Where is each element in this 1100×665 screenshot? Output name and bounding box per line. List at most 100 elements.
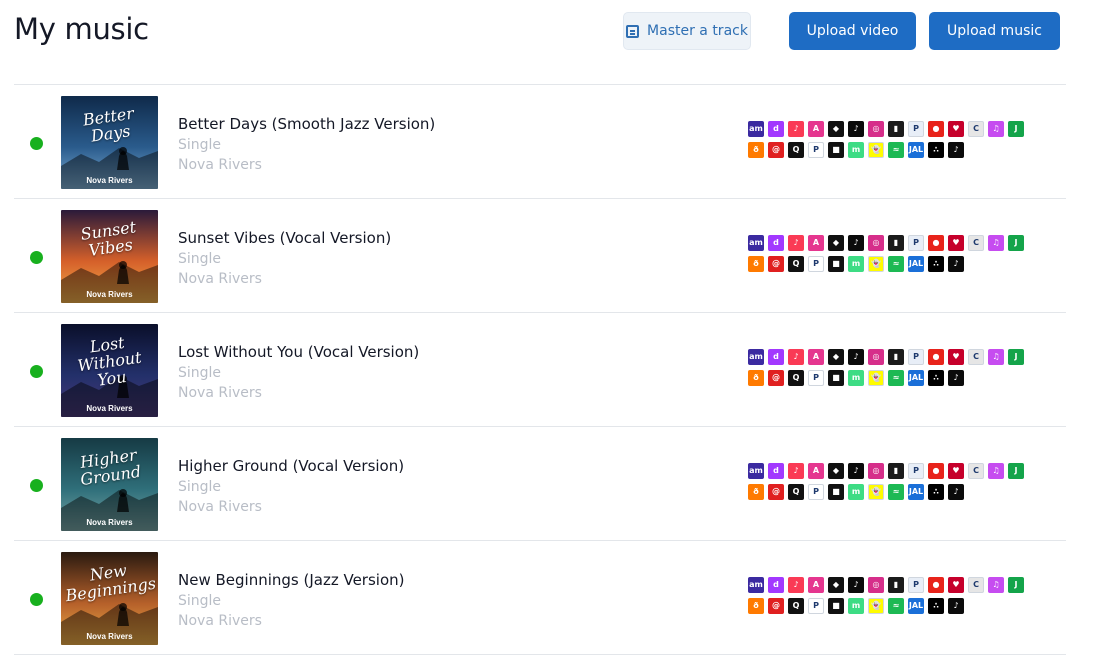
track-title[interactable]: New Beginnings (Jazz Version) (178, 571, 404, 589)
tidal-dots-icon: ∴ (928, 256, 944, 272)
anghami-icon: A (808, 235, 824, 251)
anghami-icon: A (808, 463, 824, 479)
tidal-dots-icon: ∴ (928, 598, 944, 614)
tidal-icon: ◆ (828, 463, 844, 479)
netease-icon: @ (768, 256, 784, 272)
track-row[interactable]: New Beginnings Nova Rivers New Beginnings … (14, 541, 1066, 655)
pandora-p-icon: P (808, 256, 824, 272)
cover-art[interactable]: New Beginnings Nova Rivers (61, 552, 158, 645)
status-dot (30, 593, 43, 606)
napster-icon: ● (928, 349, 944, 365)
distribution-platforms: am d ♪ A ◆ ♪ ◎ ▮ P ● ♥ C ♫ Jð @ Q P ■ m 👻 ≈ JAL ∴ ♪ (748, 235, 1048, 277)
pandora-p-icon: P (808, 598, 824, 614)
roblox-icon: ■ (828, 484, 844, 500)
pandora-icon: P (908, 235, 924, 251)
tiktok-music-icon: ♪ (948, 256, 964, 272)
track-row[interactable]: Higher Ground Nova Rivers Higher Ground (V… (14, 427, 1066, 541)
deezer-icon: d (768, 121, 784, 137)
spotify-icon: ≈ (888, 370, 904, 386)
status-dot (30, 251, 43, 264)
napster-icon: ● (928, 121, 944, 137)
boomplay-icon: ▮ (888, 121, 904, 137)
audiomack-icon: ð (748, 142, 764, 158)
cover-art[interactable]: Sunset Vibes Nova Rivers (61, 210, 158, 303)
track-row[interactable]: Lost Without You Nova Rivers Lost Without … (14, 313, 1066, 427)
pandora-p-icon: P (808, 142, 824, 158)
tidal-icon: ◆ (828, 577, 844, 593)
spotify-icon: ≈ (888, 142, 904, 158)
instagram-icon: ◎ (868, 349, 884, 365)
tiktok-icon: ♪ (848, 463, 864, 479)
pandora-p-icon: P (808, 370, 824, 386)
spotify-icon: ≈ (888, 256, 904, 272)
audiomack-icon: ð (748, 370, 764, 386)
upload-music-label: Upload music (947, 23, 1042, 39)
instagram-icon: ◎ (868, 235, 884, 251)
tiktok-icon: ♪ (848, 349, 864, 365)
tidal-dots-icon: ∴ (928, 142, 944, 158)
status-dot (30, 137, 43, 150)
upload-video-button[interactable]: Upload video (789, 12, 916, 50)
track-type: Single (178, 479, 222, 495)
master-track-button[interactable]: Master a track (623, 12, 751, 50)
spotify-icon: ≈ (888, 484, 904, 500)
iheartradio-icon: ♥ (948, 349, 964, 365)
cover-art[interactable]: Better Days Nova Rivers (61, 96, 158, 189)
tidal-icon: ◆ (828, 349, 844, 365)
platform-icon-row: am d ♪ A ◆ ♪ ◎ ▮ P ● ♥ C ♫ J (748, 235, 1048, 252)
iheartradio-icon: ♥ (948, 463, 964, 479)
qobuz-icon: Q (788, 142, 804, 158)
itunes-icon: ♫ (988, 463, 1004, 479)
deezer-icon: d (768, 463, 784, 479)
anghami-icon: A (808, 121, 824, 137)
deezer-icon: d (768, 235, 784, 251)
track-row[interactable]: Better Days Nova Rivers Better Days (Smoot… (14, 85, 1066, 199)
platform-icon-row: am d ♪ A ◆ ♪ ◎ ▮ P ● ♥ C ♫ J (748, 463, 1048, 480)
upload-music-button[interactable]: Upload music (929, 12, 1060, 50)
cover-artist-text: Nova Rivers (86, 176, 133, 185)
joox-icon: J (1008, 349, 1024, 365)
upload-video-label: Upload video (806, 23, 899, 39)
status-dot (30, 365, 43, 378)
roblox-icon: ■ (828, 142, 844, 158)
track-row[interactable]: Sunset Vibes Nova Rivers Sunset Vibes (Voc… (14, 199, 1066, 313)
qobuz-icon: Q (788, 256, 804, 272)
roblox-icon: ■ (828, 256, 844, 272)
cover-art[interactable]: Higher Ground Nova Rivers (61, 438, 158, 531)
joox-icon: J (1008, 577, 1024, 593)
cover-art[interactable]: Lost Without You Nova Rivers (61, 324, 158, 417)
netease-icon: @ (768, 598, 784, 614)
track-title[interactable]: Better Days (Smooth Jazz Version) (178, 115, 435, 133)
joox-icon: J (1008, 463, 1024, 479)
track-type: Single (178, 251, 222, 267)
boomplay-icon: ▮ (888, 463, 904, 479)
napster-icon: ● (928, 235, 944, 251)
track-title[interactable]: Higher Ground (Vocal Version) (178, 457, 404, 475)
pandora-icon: P (908, 577, 924, 593)
kkbox-icon: JAL (908, 370, 924, 386)
instagram-icon: ◎ (868, 121, 884, 137)
cover-artist-text: Nova Rivers (86, 290, 133, 299)
apple-music-icon: ♪ (788, 349, 804, 365)
joox-icon: J (1008, 235, 1024, 251)
claro-musica-icon: C (968, 349, 984, 365)
snapchat-icon: 👻 (868, 256, 884, 272)
instagram-icon: ◎ (868, 577, 884, 593)
tiktok-icon: ♪ (848, 235, 864, 251)
platform-icon-row: am d ♪ A ◆ ♪ ◎ ▮ P ● ♥ C ♫ J (748, 577, 1048, 594)
roblox-icon: ■ (828, 370, 844, 386)
tidal-dots-icon: ∴ (928, 484, 944, 500)
track-title[interactable]: Lost Without You (Vocal Version) (178, 343, 419, 361)
track-title[interactable]: Sunset Vibes (Vocal Version) (178, 229, 391, 247)
platform-icon-row: ð @ Q P ■ m 👻 ≈ JAL ∴ ♪ (748, 484, 1048, 501)
qobuz-icon: Q (788, 484, 804, 500)
tiktok-icon: ♪ (848, 577, 864, 593)
tidal-icon: ◆ (828, 121, 844, 137)
netease-icon: @ (768, 370, 784, 386)
distribution-platforms: am d ♪ A ◆ ♪ ◎ ▮ P ● ♥ C ♫ Jð @ Q P ■ m 👻 ≈ JAL ∴ ♪ (748, 463, 1048, 505)
anghami-green-icon: m (848, 142, 864, 158)
apple-music-icon: ♪ (788, 577, 804, 593)
status-dot (30, 479, 43, 492)
napster-icon: ● (928, 463, 944, 479)
cover-artist-text: Nova Rivers (86, 632, 133, 641)
